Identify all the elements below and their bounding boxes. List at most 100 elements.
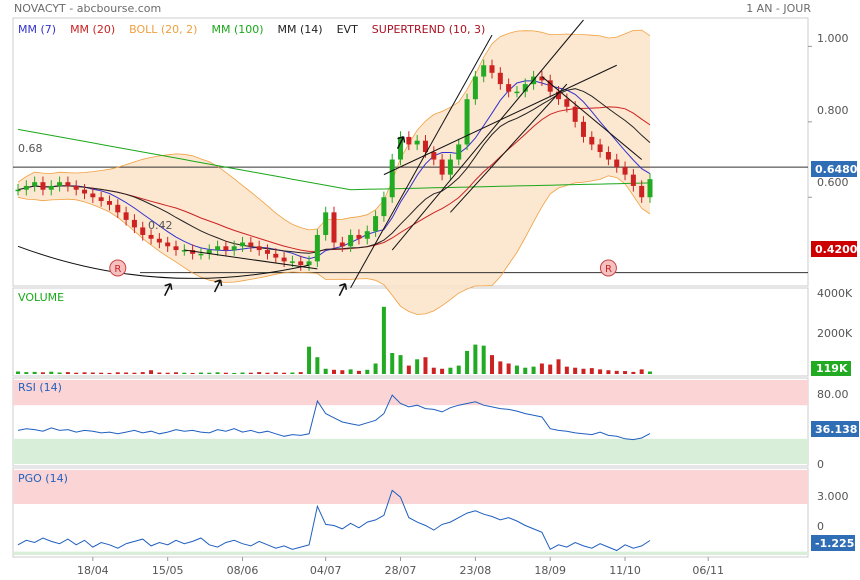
volume-bar [248,372,253,374]
volume-bar [298,372,303,374]
volume-bar [348,369,353,374]
pgo-title: PGO (14) [18,472,68,485]
rsi-current-value: 36.138 [815,423,857,436]
x-tick-label: 15/05 [152,564,184,577]
volume-bar [257,372,262,374]
candle-body [597,144,603,152]
volume-bar [465,350,470,374]
volume-bar [132,372,137,374]
candle-body [73,185,79,190]
volume-bar [498,361,503,374]
price-tick-1: 1.000 [817,32,849,45]
volume-bar [49,371,54,374]
volume-bar [481,345,486,374]
volume-bar [440,368,445,374]
volume-bar [190,372,195,374]
legend-item-5: EVT [337,23,358,36]
candle-body [23,185,29,190]
volume-bar [356,370,361,374]
rsi-tick-1: 80.00 [817,388,849,401]
volume-bar [149,370,154,374]
indicator-legend: MM (7) MM (20) BOLL (20, 2) MM (100) MM (14)… [18,23,485,36]
candle-body [165,242,171,247]
r-marker-letter: R [605,264,612,275]
candle-body [123,212,129,220]
period-label: 1 AN - JOUR [746,2,811,15]
legend-item-4: MM (14) [278,23,323,36]
volume-bar [639,369,644,374]
volume-bar [107,372,112,374]
candle-body [464,99,470,145]
legend-item-0: MM (7) [18,23,56,36]
candle-body [348,234,354,247]
rsi-oversold-zone [13,438,808,464]
volume-bar [207,372,212,374]
candle-body [65,182,71,186]
candle-body [381,197,387,217]
volume-bar [448,367,453,374]
volume-bar [548,364,553,374]
candle-body [389,159,395,198]
volume-current-value: 119K [816,362,848,375]
volume-bar [198,372,203,374]
volume-bar [32,371,37,374]
volume-bar [307,346,312,374]
candle-body [439,159,445,175]
candle-body [273,253,279,258]
candle-body [82,189,88,194]
candle-body [256,246,262,251]
candle-body [248,242,254,247]
candle-body [131,219,137,228]
candle-body [630,174,636,186]
candle-body [472,76,478,100]
volume-bar [24,372,29,374]
stock-chart: NOVACYT - abcbourse.com 1 AN - JOUR R R M… [12,2,859,577]
volume-bar [556,359,561,374]
candle-body [223,246,229,251]
volume-bar [340,370,345,374]
volume-bar [406,365,411,374]
volume-bar [182,372,187,374]
candle-body [364,231,370,239]
candle-body [264,250,270,254]
x-tick-label: 08/06 [227,564,259,577]
volume-bar [589,368,594,374]
volume-bar [390,353,395,374]
candle-body [106,201,112,205]
candle-body [115,204,121,213]
x-tick-label: 18/04 [77,564,109,577]
volume-title: VOLUME [18,291,64,304]
legend-item-2: BOLL (20, 2) [129,23,197,36]
x-tick-label: 06/11 [692,564,724,577]
candle-body [281,257,287,262]
candle-body [156,238,162,243]
volume-bar [124,372,129,374]
volume-bar [165,372,170,374]
candle-body [40,182,46,190]
x-tick-label: 28/07 [385,564,417,577]
volume-bar [290,372,295,374]
level-high-label: 0.68 [18,142,43,155]
volume-bar [631,371,636,374]
volume-bar [539,363,544,374]
candle-body [589,136,595,145]
x-axis: 18/04 15/05 08/06 04/07 28/07 23/08 18/09 11/10… [77,557,724,577]
current-price-value: 0.6480 [815,163,858,176]
candle-body [497,72,503,85]
pgo-high-zone [13,470,808,504]
candle-body [614,159,620,168]
rsi-tick-2: 0 [817,458,824,471]
volume-bar [65,372,70,374]
candle-body [98,197,104,202]
volume-bar [365,369,370,374]
volume-bar [431,367,436,374]
legend-item-3: MM (100) [211,23,263,36]
volume-bar [473,344,478,374]
volume-bar [423,357,428,374]
volume-bar [174,372,178,374]
candle-body [639,185,645,198]
volume-bar [573,367,578,374]
candle-body [306,261,312,266]
candle-body [506,84,512,92]
candle-body [580,121,586,137]
